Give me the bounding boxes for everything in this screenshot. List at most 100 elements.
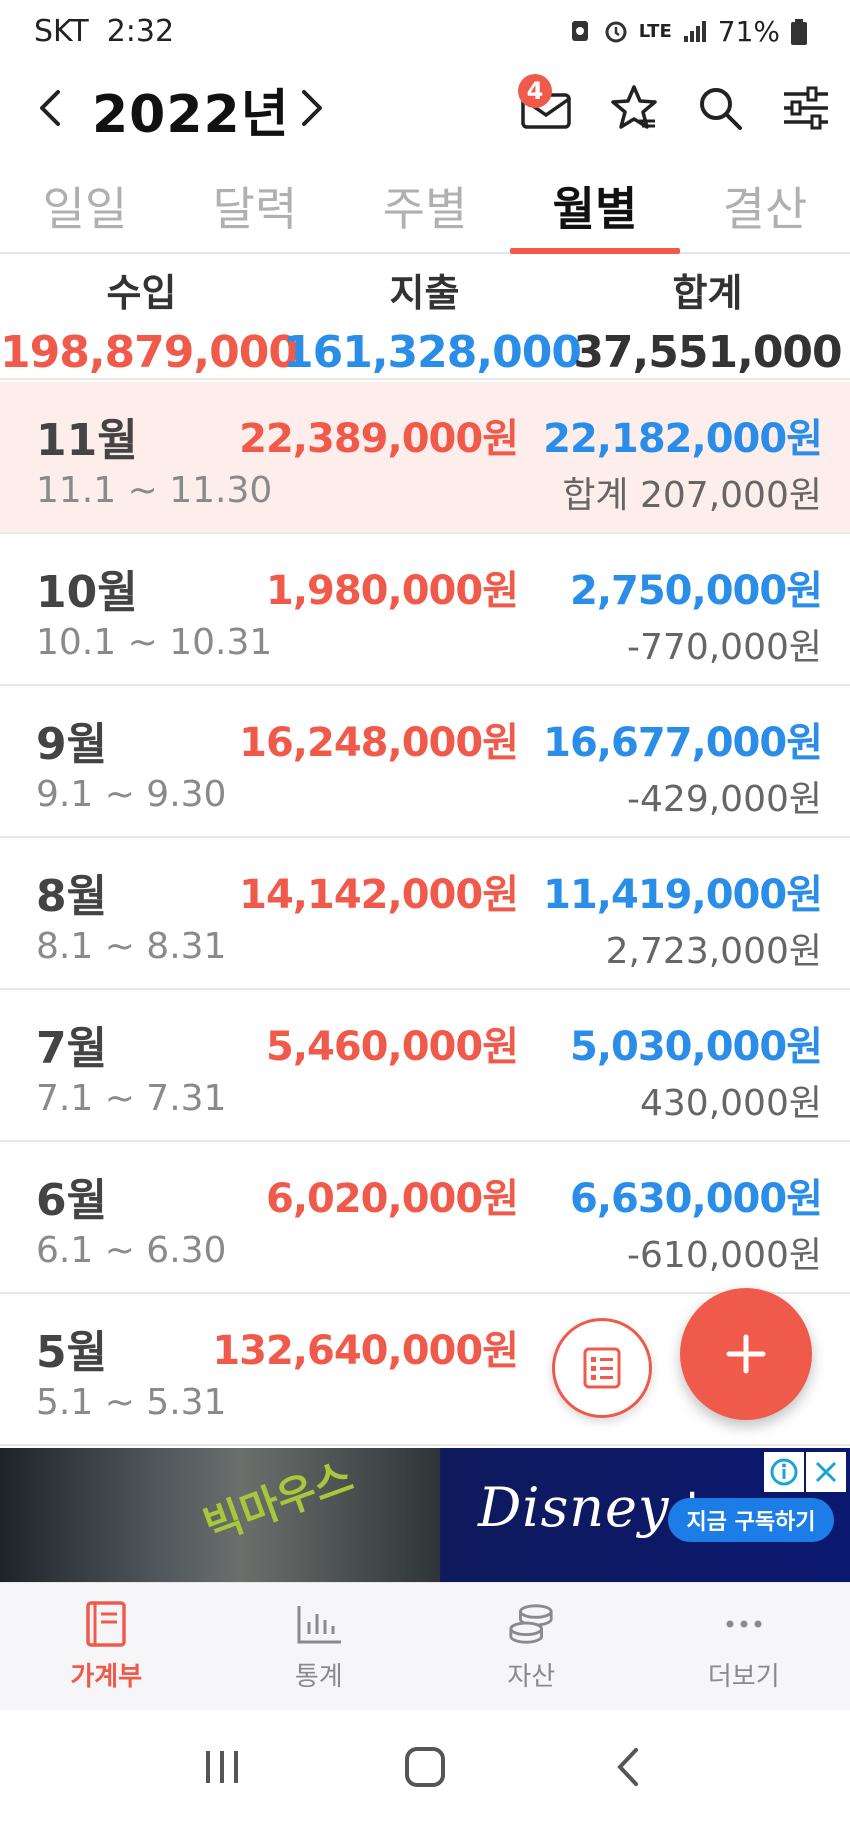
carrier-label: SKT — [34, 13, 89, 49]
list-icon — [583, 1347, 621, 1389]
prev-year-button[interactable] — [30, 80, 70, 136]
battery-icon — [790, 18, 816, 45]
filter-button[interactable] — [776, 78, 836, 138]
status-right: LTE 71% — [567, 15, 816, 48]
nav-item-assets[interactable]: 자산 — [425, 1583, 638, 1710]
month-expense: 22,182,000원 — [543, 416, 823, 462]
page-title: 2022년 — [92, 85, 290, 145]
month-range: 7.1 ~ 7.31 — [36, 1078, 227, 1119]
expense-total: 161,328,000 — [283, 327, 582, 378]
month-row[interactable]: 8월 8.1 ~ 8.31 14,142,000원 11,419,000원 2,… — [0, 838, 850, 990]
back-icon — [617, 1747, 639, 1786]
recents-button[interactable] — [187, 1732, 257, 1802]
alarm-icon — [603, 18, 629, 44]
tab-summary[interactable]: 결산 — [680, 160, 850, 252]
tab-monthly[interactable]: 월별 — [510, 160, 680, 254]
month-range: 9.1 ~ 9.30 — [36, 774, 227, 815]
month-name: 8월 — [36, 871, 108, 922]
plus-icon — [726, 1334, 766, 1374]
income-label: 수입 — [106, 271, 177, 315]
tab-daily[interactable]: 일일 — [0, 160, 170, 252]
recents-icon — [205, 1750, 238, 1783]
balance-total: 37,551,000 — [573, 327, 842, 378]
month-row[interactable]: 10월 10.1 ~ 10.31 1,980,000원 2,750,000원 -… — [0, 534, 850, 686]
month-name: 6월 — [36, 1175, 108, 1226]
bar-chart-icon — [295, 1600, 343, 1648]
month-name: 9월 — [36, 719, 108, 770]
battery-level: 71% — [717, 14, 780, 48]
month-income: 1,980,000원 — [265, 568, 519, 614]
info-icon — [770, 1458, 798, 1486]
ad-cta-button[interactable]: 지금 구독하기 — [668, 1498, 834, 1542]
month-row[interactable]: 7월 7.1 ~ 7.31 5,460,000원 5,030,000원 430,… — [0, 990, 850, 1142]
total-label: 합계 — [672, 271, 743, 315]
tab-weekly[interactable]: 주별 — [340, 160, 510, 252]
home-icon — [404, 1746, 445, 1787]
nav-label-more: 더보기 — [707, 1662, 780, 1692]
bottom-nav: 가계부 통계 자산 더보기 — [0, 1582, 850, 1710]
ad-banner[interactable]: 빅마우스 Disney+ 지금 구독하기 — [0, 1448, 850, 1582]
month-income: 16,248,000원 — [239, 720, 519, 766]
ad-info-button[interactable] — [764, 1452, 804, 1492]
month-income: 14,142,000원 — [239, 872, 519, 918]
month-name: 7월 — [36, 1023, 108, 1074]
close-icon — [815, 1461, 837, 1483]
star-icon — [611, 85, 657, 129]
month-row[interactable]: 6월 6.1 ~ 6.30 6,020,000원 6,630,000원 -610… — [0, 1142, 850, 1294]
nav-item-stats[interactable]: 통계 — [213, 1583, 426, 1710]
period-tabs: 일일 달력 주별 월별 결산 — [0, 160, 850, 254]
month-row[interactable]: 9월 9.1 ~ 9.30 16,248,000원 16,677,000원 -4… — [0, 686, 850, 838]
month-name: 11월 — [36, 415, 138, 466]
home-button[interactable] — [390, 1732, 460, 1802]
add-transaction-button[interactable] — [680, 1288, 812, 1420]
month-expense: 11,419,000원 — [543, 872, 823, 918]
system-nav-bar — [0, 1710, 850, 1823]
search-icon — [700, 88, 742, 130]
month-total: 430,000원 — [640, 1083, 822, 1124]
expense-summary: 지출 161,328,000 — [283, 256, 582, 378]
month-name: 10월 — [36, 567, 138, 618]
next-year-button[interactable] — [292, 80, 332, 136]
notification-badge: 4 — [518, 74, 552, 108]
nav-label-ledger: 가계부 — [70, 1662, 143, 1692]
balance-summary: 합계 37,551,000 — [566, 256, 849, 378]
chevron-left-icon — [40, 90, 60, 126]
ad-photo-text: 빅마우스 — [197, 1451, 360, 1551]
month-list: 11월 11.1 ~ 11.30 22,389,000원 22,182,000원… — [0, 382, 850, 1446]
month-name: 5월 — [36, 1327, 108, 1378]
month-total: -429,000원 — [627, 779, 822, 820]
month-expense: 5,030,000원 — [569, 1024, 823, 1070]
month-total: 합계 207,000원 — [562, 475, 822, 516]
month-total: 2,723,000원 — [605, 931, 822, 972]
nav-item-more[interactable]: 더보기 — [638, 1583, 850, 1710]
chevron-right-icon — [302, 90, 322, 126]
month-income: 6,020,000원 — [265, 1176, 519, 1222]
month-range: 11.1 ~ 11.30 — [36, 470, 273, 511]
book-icon — [82, 1600, 130, 1648]
month-range: 8.1 ~ 8.31 — [36, 926, 227, 967]
month-income: 132,640,000원 — [212, 1328, 519, 1374]
network-type: LTE — [638, 20, 672, 42]
ad-close-button[interactable] — [806, 1452, 846, 1492]
yearly-summary: 수입 198,879,000 지출 161,328,000 합계 37,551,… — [0, 256, 850, 380]
list-view-button[interactable] — [552, 1318, 652, 1418]
favorites-button[interactable] — [604, 78, 664, 138]
inbox-button[interactable]: 4 — [516, 74, 576, 138]
month-income: 22,389,000원 — [239, 416, 519, 462]
search-button[interactable] — [690, 78, 750, 138]
month-income: 5,460,000원 — [265, 1024, 519, 1070]
data-saver-icon — [567, 18, 593, 44]
month-expense: 16,677,000원 — [543, 720, 823, 766]
nav-label-stats: 통계 — [294, 1662, 343, 1692]
ad-image: 빅마우스 — [0, 1448, 440, 1582]
back-button[interactable] — [593, 1732, 663, 1802]
status-left: SKT 2:32 — [34, 14, 174, 49]
expense-label: 지출 — [389, 271, 460, 315]
tab-calendar[interactable]: 달력 — [170, 160, 340, 252]
month-range: 6.1 ~ 6.30 — [36, 1230, 227, 1271]
month-row[interactable]: 11월 11.1 ~ 11.30 22,389,000원 22,182,000원… — [0, 382, 850, 534]
nav-item-ledger[interactable]: 가계부 — [0, 1583, 213, 1710]
income-total: 198,879,000 — [0, 327, 299, 378]
month-total: -610,000원 — [627, 1235, 822, 1276]
signal-icon — [682, 18, 708, 44]
